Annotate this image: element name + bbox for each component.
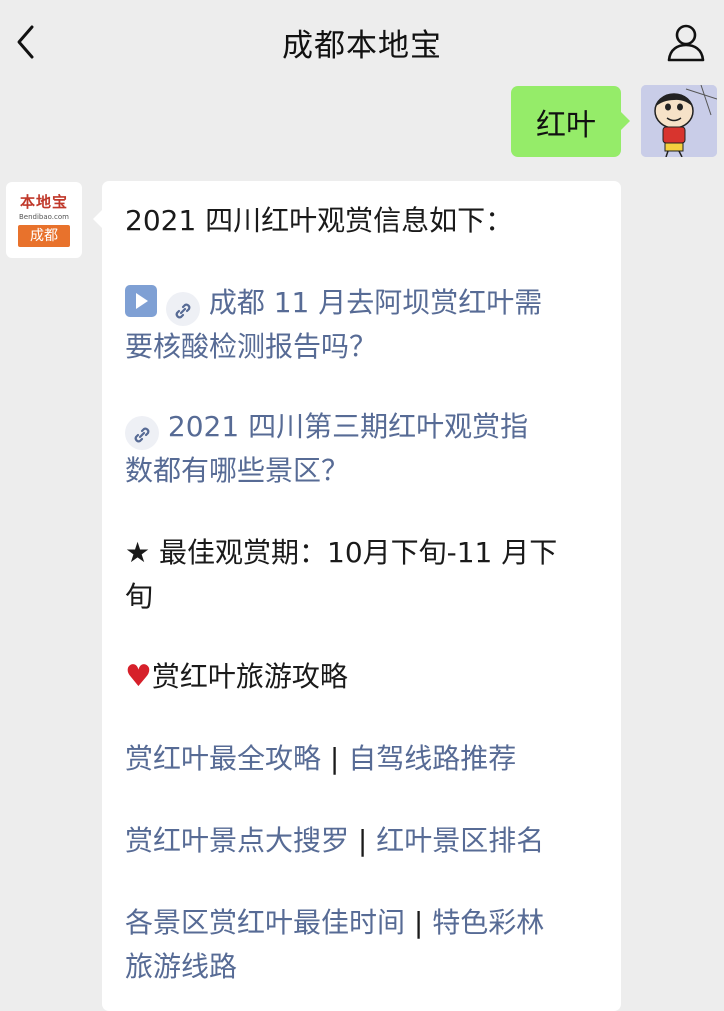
link-text[interactable]: 2021 四川第三期红叶观赏指: [168, 410, 528, 443]
guide-link[interactable]: 赏红叶景点大搜罗: [125, 824, 349, 857]
intro-text: 2021 四川红叶观赏信息如下：: [125, 204, 514, 237]
guide-link-cont[interactable]: 旅游线路: [125, 945, 237, 989]
nav-bar: 成都本地宝: [0, 0, 724, 84]
heart-icon: ♥: [125, 659, 152, 694]
separator: |: [321, 742, 349, 775]
links-row-1: 赏红叶最全攻略 | 自驾线路推荐: [125, 737, 516, 781]
cartoon-avatar-image: [641, 85, 717, 157]
guide-link[interactable]: 各景区赏红叶最佳时间: [125, 906, 405, 939]
guide-heading: ♥赏红叶旅游攻略: [125, 655, 348, 699]
user-message-text: 红叶: [536, 107, 596, 143]
link-text-cont[interactable]: 数都有哪些景区？: [125, 449, 349, 493]
logo-city-badge: 成都: [18, 225, 70, 247]
links-row-2: 赏红叶景点大搜罗 | 红叶景区排名: [125, 819, 544, 863]
profile-button[interactable]: [662, 18, 710, 66]
link-row-2[interactable]: 2021 四川第三期红叶观赏指: [125, 405, 528, 450]
guide-link[interactable]: 红叶景区排名: [376, 824, 544, 857]
mini-program-link-icon: [125, 416, 159, 450]
play-icon: [125, 285, 157, 317]
guide-heading-text: 赏红叶旅游攻略: [151, 660, 348, 693]
guide-link[interactable]: 特色彩林: [432, 906, 544, 939]
profile-icon: [667, 24, 705, 62]
separator: |: [405, 906, 433, 939]
links-row-3: 各景区赏红叶最佳时间 | 特色彩林: [125, 901, 544, 945]
best-period-text: ★ 最佳观赏期：10月下旬-11 月下: [125, 536, 558, 569]
link-text-cont[interactable]: 要核酸检测报告吗？: [125, 325, 377, 369]
link-text[interactable]: 成都 11 月去阿坝赏红叶需: [209, 286, 542, 319]
separator: |: [349, 824, 377, 857]
guide-link[interactable]: 自驾线路推荐: [348, 742, 516, 775]
bot-message-bubble: 2021 四川红叶观赏信息如下： 成都 11 月去阿坝赏红叶需 要核酸检测报告吗…: [93, 181, 621, 1011]
logo-domain-text: Bendibao.com: [18, 213, 69, 221]
best-period-text-cont: 旬: [125, 580, 154, 613]
link-row-1[interactable]: 成都 11 月去阿坝赏红叶需: [125, 281, 542, 326]
bot-avatar[interactable]: 本地宝 Bendibao.com 成都: [6, 182, 82, 258]
user-message-bubble[interactable]: 红叶: [511, 86, 630, 157]
logo-main-text: 本地宝: [19, 193, 68, 211]
guide-link[interactable]: 赏红叶最全攻略: [125, 742, 321, 775]
user-avatar[interactable]: [641, 85, 717, 157]
chat-title: 成都本地宝: [282, 28, 442, 64]
mini-program-link-icon: [165, 292, 200, 326]
